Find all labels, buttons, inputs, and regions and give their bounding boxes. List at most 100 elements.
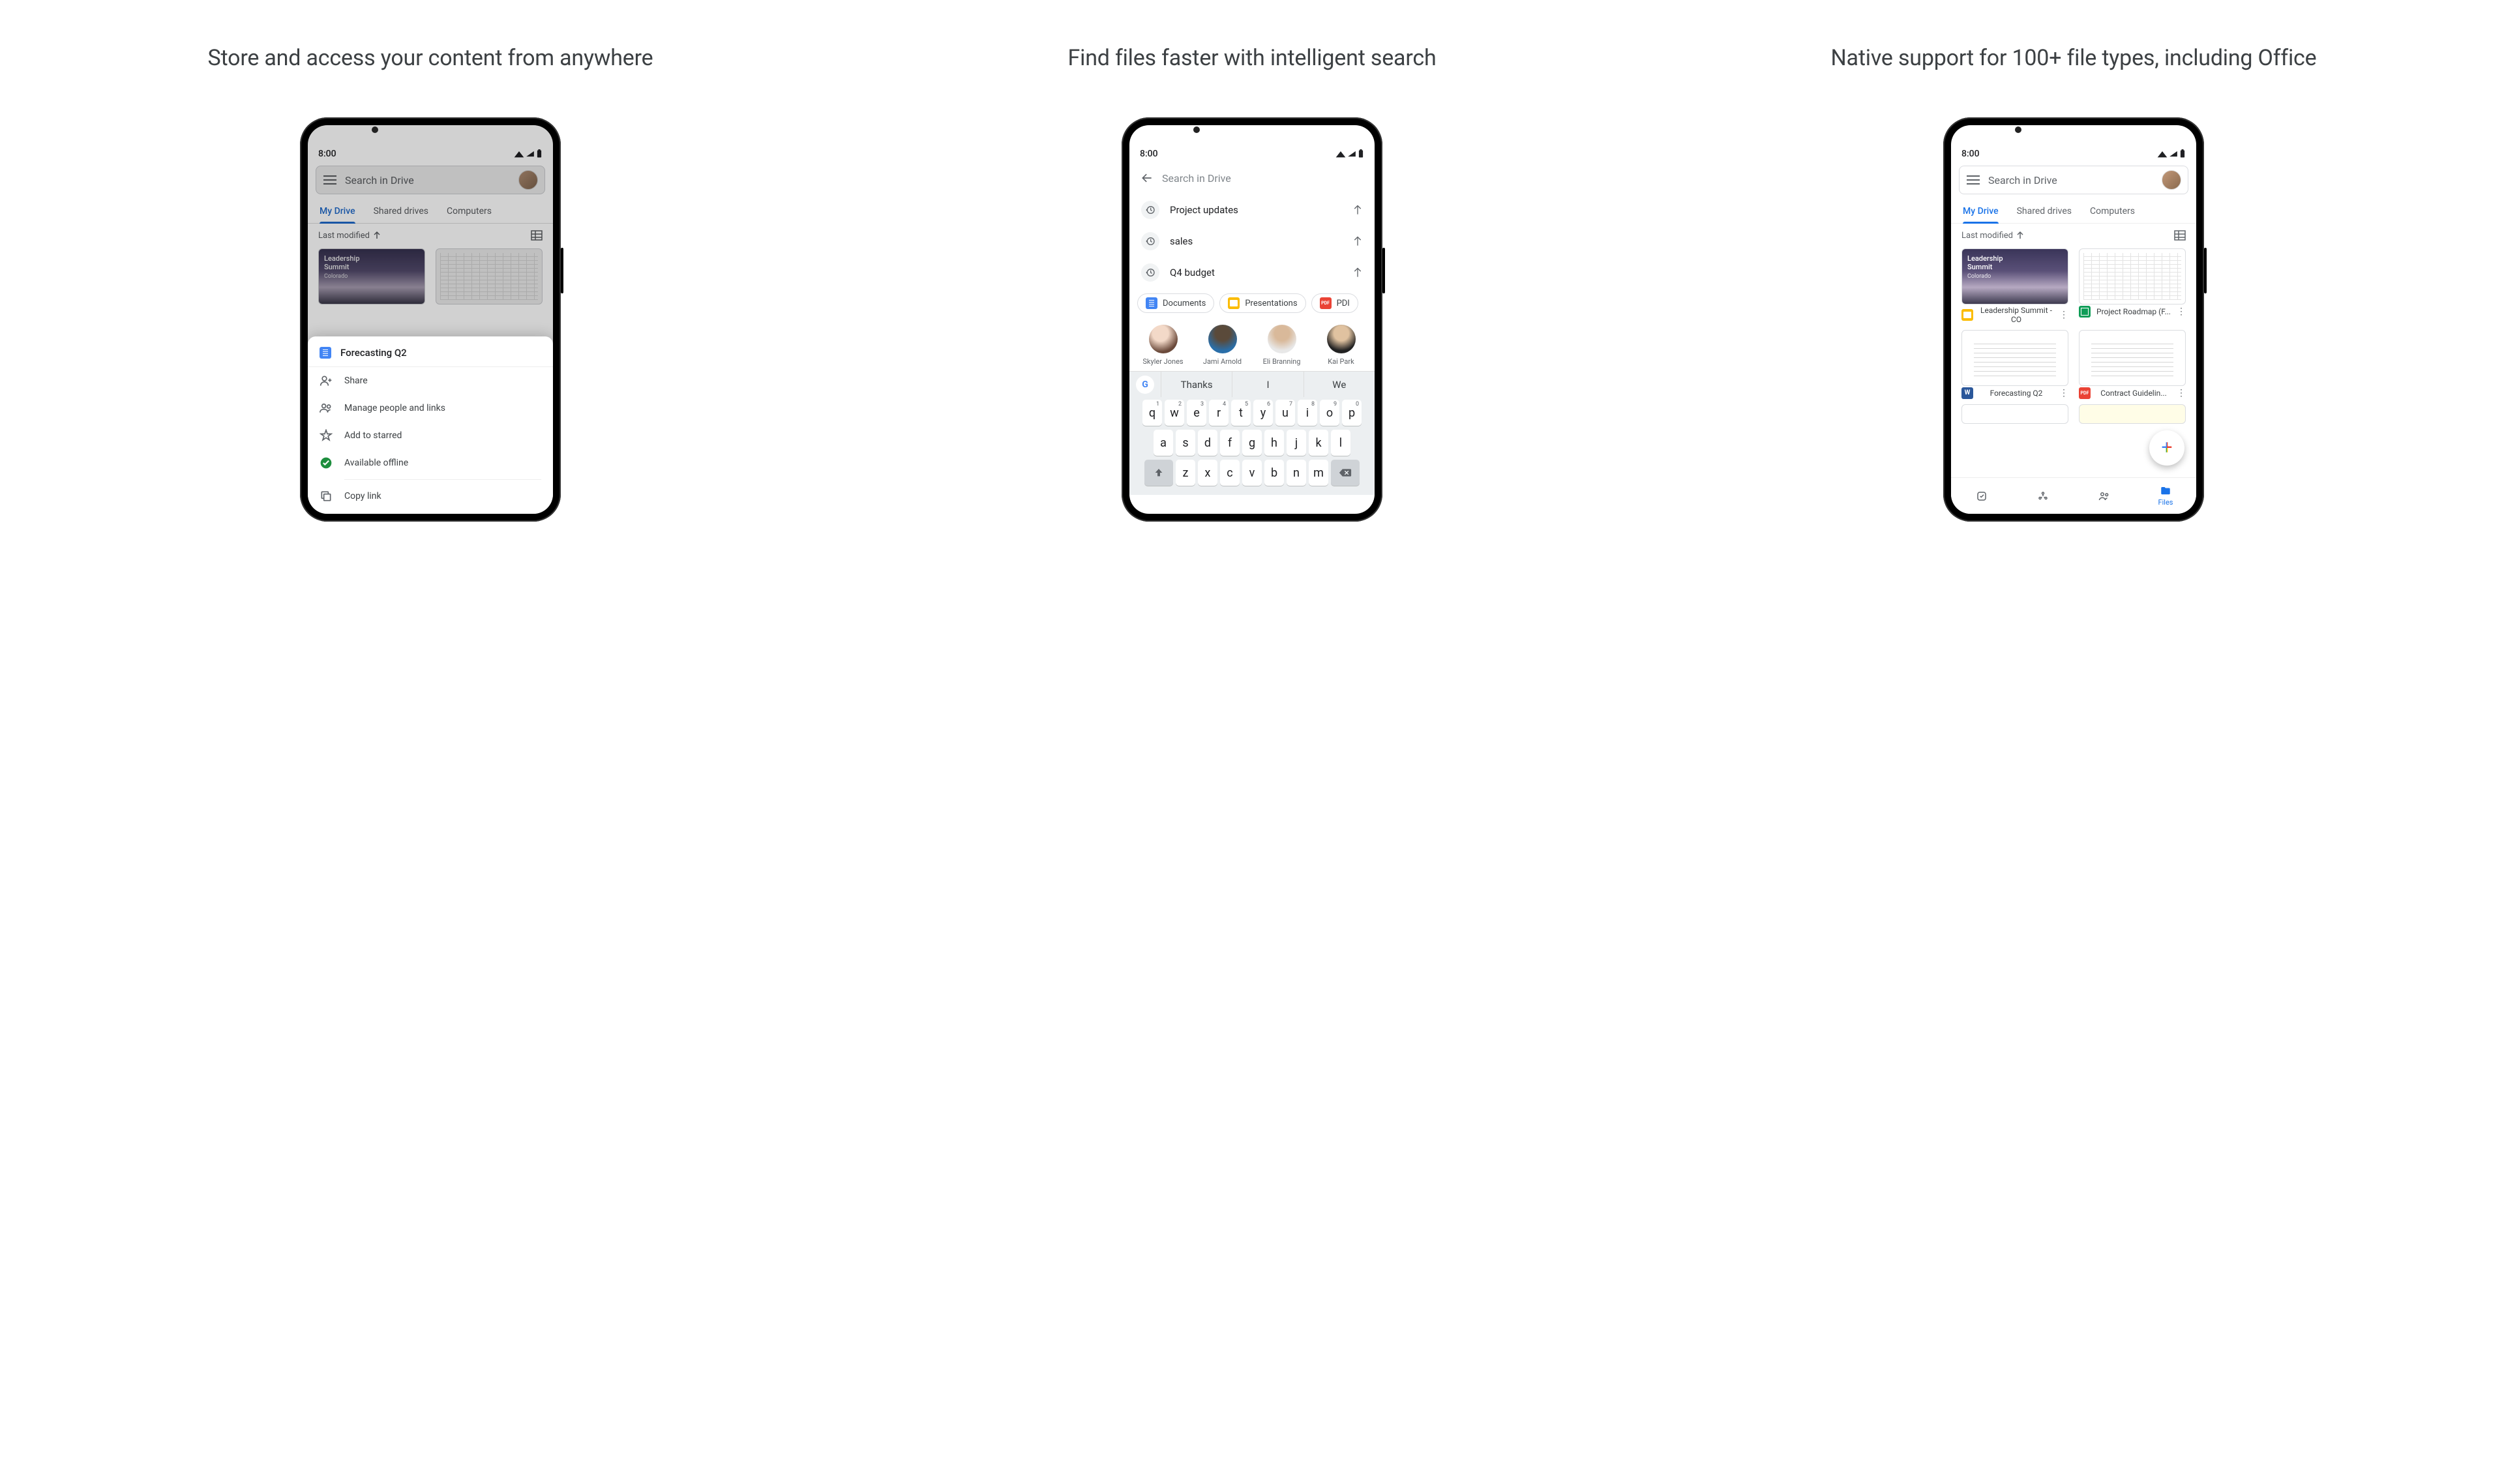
tab-my-drive[interactable]: My Drive: [1956, 198, 2005, 223]
key-u[interactable]: u7: [1275, 400, 1295, 426]
key-w[interactable]: w2: [1165, 400, 1184, 426]
file-name[interactable]: Contract Guidelin...: [2096, 389, 2171, 398]
file-thumb[interactable]: [2079, 404, 2186, 424]
key-x[interactable]: x: [1198, 460, 1217, 486]
more-icon[interactable]: ⋮: [2177, 306, 2186, 317]
key-n[interactable]: n: [1287, 460, 1306, 486]
action-add-starred[interactable]: Add to starred: [308, 422, 553, 449]
more-icon[interactable]: ⋮: [2177, 388, 2186, 398]
status-icons: [2157, 149, 2186, 158]
key-a[interactable]: a: [1154, 430, 1173, 456]
menu-icon[interactable]: [323, 173, 337, 187]
tab-shared-drives[interactable]: Shared drives: [367, 198, 435, 223]
file-thumb[interactable]: [1961, 330, 2068, 386]
file-thumb[interactable]: LeadershipSummitColorado: [1961, 248, 2068, 304]
key-t[interactable]: t5: [1231, 400, 1251, 426]
file-thumb-roadmap[interactable]: [436, 248, 543, 304]
nav-workspaces[interactable]: [2012, 478, 2074, 514]
key-r[interactable]: r4: [1209, 400, 1229, 426]
view-toggle-icon[interactable]: [2174, 230, 2186, 241]
search-suggestion[interactable]: sales: [1129, 226, 1375, 257]
key-e[interactable]: e3: [1187, 400, 1206, 426]
profile-avatar[interactable]: [2162, 170, 2181, 190]
file-thumb[interactable]: [2079, 330, 2186, 386]
key-s[interactable]: s: [1176, 430, 1195, 456]
insert-arrow-icon[interactable]: [1350, 234, 1365, 249]
tab-my-drive[interactable]: My Drive: [313, 198, 362, 223]
chip-documents[interactable]: Documents: [1137, 293, 1214, 313]
chip-presentations[interactable]: Presentations: [1219, 293, 1305, 313]
insert-arrow-icon[interactable]: [1350, 265, 1365, 280]
action-available-offline[interactable]: Available offline: [308, 449, 553, 477]
person-chip[interactable]: Kai Park: [1314, 325, 1368, 366]
search-bar-active[interactable]: Search in Drive: [1129, 162, 1375, 194]
menu-icon[interactable]: [1966, 173, 1980, 187]
key-k[interactable]: k: [1309, 430, 1328, 456]
google-logo-icon[interactable]: G: [1136, 376, 1154, 394]
back-icon[interactable]: [1140, 171, 1154, 185]
tab-shared-drives[interactable]: Shared drives: [2010, 198, 2078, 223]
more-icon[interactable]: ⋮: [2059, 310, 2068, 320]
search-suggestion[interactable]: Project updates: [1129, 194, 1375, 226]
action-manage-people[interactable]: Manage people and links: [308, 394, 553, 422]
profile-avatar[interactable]: [518, 170, 538, 190]
file-name[interactable]: Forecasting Q2: [1978, 389, 2054, 398]
ime-suggestion[interactable]: Thanks: [1161, 372, 1232, 397]
ime-suggestion[interactable]: We: [1304, 372, 1375, 397]
file-name[interactable]: Project Roadmap (F...: [2096, 307, 2171, 316]
key-m[interactable]: m: [1309, 460, 1328, 486]
chip-pdf[interactable]: PDFPDI: [1311, 293, 1358, 313]
key-i[interactable]: i8: [1298, 400, 1317, 426]
person-chip[interactable]: Jami Arnold: [1195, 325, 1249, 366]
key-p[interactable]: p0: [1342, 400, 1362, 426]
status-time: 8:00: [318, 149, 336, 159]
tab-computers[interactable]: Computers: [440, 198, 498, 223]
tab-computers[interactable]: Computers: [2083, 198, 2141, 223]
ime-suggestion[interactable]: I: [1232, 372, 1303, 397]
file-thumb-leadership[interactable]: LeadershipSummitColorado: [318, 248, 425, 304]
filter-chips: Documents Presentations PDFPDI: [1129, 288, 1375, 318]
copy-icon: [320, 490, 333, 503]
plus-icon: +: [2161, 438, 2172, 458]
action-copy-link[interactable]: Copy link: [308, 482, 553, 510]
insert-arrow-icon[interactable]: [1350, 203, 1365, 218]
sort-button[interactable]: Last modified: [318, 231, 380, 241]
key-z[interactable]: z: [1176, 460, 1195, 486]
nav-priority[interactable]: [1951, 478, 2012, 514]
search-bar[interactable]: Search in Drive: [1959, 166, 2188, 194]
file-name[interactable]: Leadership Summit - CO: [1978, 306, 2054, 325]
nav-files[interactable]: Files: [2135, 478, 2196, 514]
file-thumb[interactable]: [1961, 404, 2068, 424]
search-suggestion[interactable]: Q4 budget: [1129, 257, 1375, 288]
key-b[interactable]: b: [1264, 460, 1284, 486]
key-shift[interactable]: [1144, 460, 1173, 486]
view-toggle-icon[interactable]: [531, 230, 543, 241]
key-y[interactable]: y6: [1253, 400, 1273, 426]
action-share[interactable]: Share: [308, 367, 553, 394]
search-placeholder: Search in Drive: [345, 174, 511, 186]
fab-new[interactable]: +: [2149, 430, 2184, 466]
key-h[interactable]: h: [1264, 430, 1284, 456]
person-chip[interactable]: Skyler Jones: [1136, 325, 1190, 366]
key-q[interactable]: q1: [1142, 400, 1162, 426]
avatar-icon: [1149, 325, 1178, 353]
phone-frame-2: 8:00 Search in Drive Project updates: [1122, 117, 1382, 522]
sort-button[interactable]: Last modified: [1961, 231, 2023, 241]
key-j[interactable]: j: [1287, 430, 1306, 456]
nav-shared[interactable]: [2074, 478, 2135, 514]
more-icon[interactable]: ⋮: [2059, 388, 2068, 398]
key-l[interactable]: l: [1331, 430, 1350, 456]
search-bar[interactable]: Search in Drive: [316, 166, 545, 194]
person-chip[interactable]: Eli Branning: [1255, 325, 1309, 366]
key-o[interactable]: o9: [1320, 400, 1339, 426]
key-v[interactable]: v: [1242, 460, 1262, 486]
key-backspace[interactable]: [1331, 460, 1360, 486]
key-f[interactable]: f: [1220, 430, 1240, 456]
key-d[interactable]: d: [1198, 430, 1217, 456]
file-thumb[interactable]: [2079, 248, 2186, 304]
key-g[interactable]: g: [1242, 430, 1262, 456]
key-c[interactable]: c: [1220, 460, 1240, 486]
headline-1: Store and access your content from anywh…: [208, 26, 653, 91]
bottom-nav: Files: [1951, 477, 2196, 514]
history-icon: [1141, 201, 1159, 219]
